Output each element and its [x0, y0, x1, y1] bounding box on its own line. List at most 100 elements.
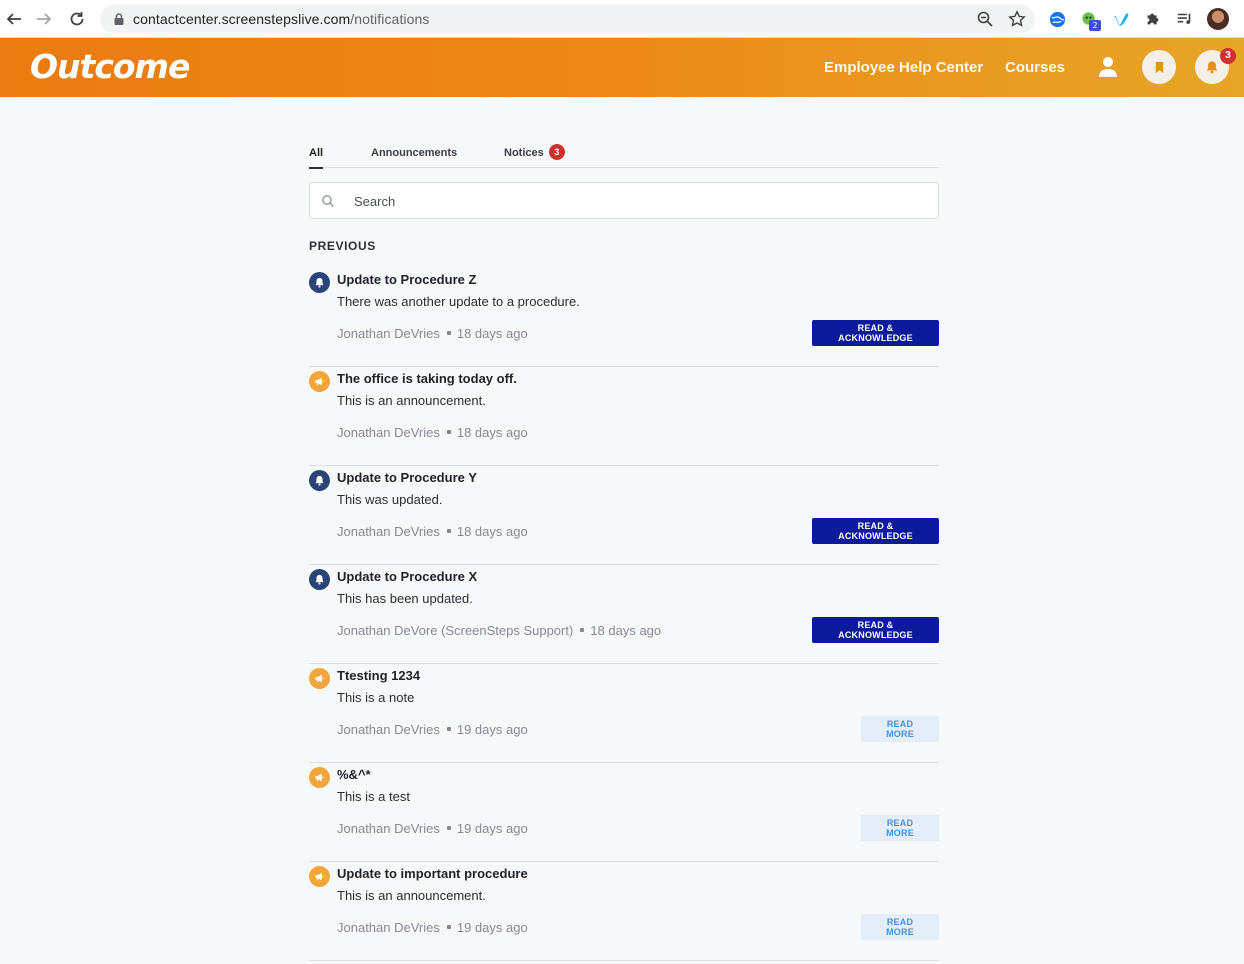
lock-icon — [114, 13, 124, 25]
meta-separator-dot — [446, 430, 451, 434]
user-icon[interactable] — [1098, 56, 1118, 78]
extensions-puzzle-icon[interactable] — [1143, 9, 1163, 29]
meta-separator-dot — [580, 628, 585, 632]
notification-meta: Jonathan DeVries 19 days ago — [337, 722, 528, 737]
notification-time: 18 days ago — [456, 524, 528, 539]
notification-author: Jonathan DeVries — [337, 821, 440, 836]
megaphone-icon — [309, 767, 330, 788]
read-more-button[interactable]: READ MORE — [861, 914, 939, 940]
search-icon — [322, 195, 334, 207]
megaphone-icon — [315, 773, 324, 782]
meta-separator-dot — [446, 826, 451, 830]
notification-time: 19 days ago — [456, 821, 528, 836]
notification-time: 18 days ago — [590, 623, 662, 638]
extension-bug-icon[interactable]: 2 — [1079, 9, 1101, 31]
notification-title[interactable]: Update to Procedure Y — [337, 470, 477, 485]
notification-item[interactable]: %&^* This is a test Jonathan DeVries 19 d… — [309, 763, 939, 862]
tab-notices-label: Notices — [504, 147, 544, 159]
notification-body: This is a note — [337, 690, 415, 705]
megaphone-icon — [309, 371, 330, 392]
megaphone-icon — [309, 668, 330, 689]
notification-title[interactable]: Update to Procedure X — [337, 569, 477, 584]
read-more-button[interactable]: READ MORE — [861, 716, 939, 742]
bell-icon — [309, 569, 330, 590]
extension-globe-icon[interactable] — [1047, 9, 1067, 29]
notification-meta: Jonathan DeVries 18 days ago — [337, 326, 528, 341]
zoom-icon[interactable] — [976, 10, 994, 28]
megaphone-icon — [315, 872, 324, 881]
read-acknowledge-button[interactable]: READ & ACKNOWLEDGE — [812, 617, 939, 643]
vimeo-icon[interactable] — [1111, 9, 1131, 29]
bell-icon — [315, 277, 324, 288]
bell-icon — [309, 470, 330, 491]
notification-author: Jonathan DeVore (ScreenSteps Support) — [337, 623, 574, 638]
read-acknowledge-button[interactable]: READ & ACKNOWLEDGE — [812, 320, 939, 346]
search-input[interactable] — [354, 191, 914, 211]
notification-time: 19 days ago — [456, 920, 528, 935]
notification-author: Jonathan DeVries — [337, 722, 440, 737]
notification-body: This is a test — [337, 789, 410, 804]
tab-announcements[interactable]: Announcements — [371, 147, 457, 159]
notification-item[interactable]: The office is taking today off. This is … — [309, 367, 939, 466]
notification-count-badge: 3 — [1220, 48, 1236, 64]
section-title: PREVIOUS — [309, 239, 376, 253]
search-box — [309, 182, 939, 219]
notification-item[interactable]: Update to Procedure Z There was another … — [309, 268, 939, 367]
reload-icon — [70, 12, 84, 26]
notification-author: Jonathan DeVries — [337, 524, 440, 539]
notices-count-badge: 3 — [548, 144, 565, 160]
extension-badge: 2 — [1089, 20, 1101, 31]
back-button[interactable] — [3, 8, 25, 30]
meta-separator-dot — [446, 727, 451, 731]
notification-item[interactable]: Update to Procedure Y This was updated. … — [309, 466, 939, 565]
notification-title[interactable]: The office is taking today off. — [337, 371, 517, 386]
megaphone-icon — [315, 674, 324, 683]
notification-meta: Jonathan DeVries 18 days ago — [337, 425, 528, 440]
bell-icon — [1206, 61, 1218, 74]
bookmarks-button[interactable] — [1142, 50, 1176, 84]
notification-item[interactable]: Update to Procedure X This has been upda… — [309, 565, 939, 664]
notification-body: This was updated. — [337, 492, 443, 507]
outcome-logo[interactable]: Outcome — [30, 48, 190, 86]
meta-separator-dot — [446, 331, 451, 335]
tab-all[interactable]: All — [309, 147, 324, 169]
notification-body: This has been updated. — [337, 591, 473, 606]
notification-author: Jonathan DeVries — [337, 326, 440, 341]
meta-separator-dot — [446, 925, 451, 929]
notification-author: Jonathan DeVries — [337, 920, 440, 935]
profile-avatar[interactable] — [1207, 8, 1229, 30]
read-more-button[interactable]: READ MORE — [861, 815, 939, 841]
notification-item[interactable]: Update to important procedure This is an… — [309, 862, 939, 961]
media-queue-icon[interactable] — [1175, 9, 1195, 29]
notification-body: This is an announcement. — [337, 888, 486, 903]
read-acknowledge-button[interactable]: READ & ACKNOWLEDGE — [812, 518, 939, 544]
notification-meta: Jonathan DeVries 19 days ago — [337, 920, 528, 935]
notification-title[interactable]: %&^* — [337, 767, 371, 782]
notification-time: 18 days ago — [456, 326, 528, 341]
notification-title[interactable]: Update to Procedure Z — [337, 272, 476, 287]
browser-toolbar: contactcenter.screenstepslive.com/notifi… — [0, 0, 1244, 38]
forward-arrow-icon — [37, 13, 52, 25]
address-bar[interactable]: contactcenter.screenstepslive.com/notifi… — [100, 5, 1035, 33]
notification-title[interactable]: Ttesting 1234 — [337, 668, 420, 683]
app-header: Outcome Employee Help Center Courses — [0, 38, 1244, 97]
bookmark-star-icon[interactable] — [1008, 10, 1026, 28]
tab-notices[interactable]: Notices 3 — [504, 144, 565, 160]
nav-employee-help-center[interactable]: Employee Help Center — [824, 59, 983, 76]
forward-button[interactable] — [33, 8, 55, 30]
notification-title[interactable]: Update to important procedure — [337, 866, 528, 881]
notification-author: Jonathan DeVries — [337, 425, 440, 440]
notification-time: 19 days ago — [456, 722, 528, 737]
meta-separator-dot — [446, 529, 451, 533]
notification-body: There was another update to a procedure. — [337, 294, 580, 309]
back-arrow-icon — [6, 13, 21, 25]
notification-meta: Jonathan DeVries 19 days ago — [337, 821, 528, 836]
notification-meta: Jonathan DeVore (ScreenSteps Support) 18 … — [337, 623, 661, 638]
notification-body: This is an announcement. — [337, 393, 486, 408]
reload-button[interactable] — [66, 8, 88, 30]
nav-courses[interactable]: Courses — [1005, 59, 1065, 76]
url-text: contactcenter.screenstepslive.com/notifi… — [133, 11, 430, 27]
notification-meta: Jonathan DeVries 18 days ago — [337, 524, 528, 539]
notification-item[interactable]: Ttesting 1234 This is a note Jonathan De… — [309, 664, 939, 763]
bell-icon — [309, 272, 330, 293]
